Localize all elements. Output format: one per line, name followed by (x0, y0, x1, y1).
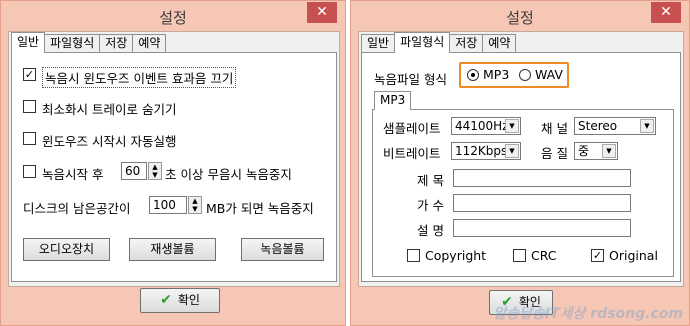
ok-label: 확인 (177, 293, 200, 307)
ok-button[interactable]: ✔ 확인 (140, 288, 220, 313)
tab-general[interactable]: 일반 (361, 34, 396, 53)
tab-save[interactable]: 저장 (449, 34, 484, 53)
dialog-title: 설정 (506, 9, 534, 27)
dropdown-arrow-icon[interactable]: ▼ (505, 144, 519, 158)
bitrate-label: 비트레이트 (383, 146, 441, 161)
channel-select[interactable]: Stereo ▼ (574, 117, 656, 135)
disk-space-suffix: MB가 되면 녹음중지 (206, 201, 314, 216)
crc-label: CRC (531, 248, 557, 263)
dialog-client: 일반 파일형식 저장 예약 녹음파일 형식 MP3 WAV MP3 샘플레이트 … (358, 31, 684, 287)
sample-rate-value: 44100Hz (455, 119, 509, 133)
quality-label: 음 질 (541, 146, 568, 161)
channel-value: Stereo (578, 119, 618, 133)
watermark: 알송달송IT세상 rdsong.com (493, 306, 683, 322)
tab-strip: 일반 파일형식 저장 예약 (361, 32, 517, 54)
dialog-title: 설정 (159, 9, 187, 27)
tab-schedule[interactable]: 예약 (132, 34, 167, 53)
general-panel: ✓ 녹음시 윈도우즈 이벤트 효과음 끄기 최소화시 트레이로 숨기기 윈도우즈… (11, 52, 337, 282)
tab-save[interactable]: 저장 (99, 34, 134, 53)
close-button[interactable]: ✕ (651, 2, 681, 23)
file-format-panel: 녹음파일 형식 MP3 WAV MP3 샘플레이트 44100Hz ▼ 채 널 … (361, 52, 681, 282)
silence-seconds-input[interactable]: 60 (121, 162, 147, 180)
mp3-options-group: 샘플레이트 44100Hz ▼ 채 널 Stereo ▼ 비트레이트 112Kb… (372, 109, 674, 277)
copyright-label: Copyright (425, 248, 487, 263)
silence-stop-checkbox[interactable] (23, 165, 36, 178)
bitrate-value: 112Kbps (455, 144, 508, 158)
tab-strip: 일반 파일형식 저장 예약 (11, 32, 167, 54)
tab-general[interactable]: 일반 (11, 32, 46, 53)
copyright-checkbox[interactable] (407, 249, 420, 262)
silence-stop-prefix: 녹음시작 후 (42, 167, 104, 182)
wav-label[interactable]: WAV (535, 67, 563, 82)
channel-label: 채 널 (541, 121, 568, 136)
title-field-label: 제 목 (417, 173, 444, 188)
settings-dialog-general: 설정 ✕ 일반 파일형식 저장 예약 ✓ 녹음시 윈도우즈 이벤트 효과음 끄기… (0, 0, 346, 326)
settings-dialog-file-format: 설정 ✕ 일반 파일형식 저장 예약 녹음파일 형식 MP3 WAV MP3 샘… (350, 0, 690, 326)
hide-to-tray-label: 최소화시 트레이로 숨기기 (42, 102, 177, 117)
disk-space-input[interactable]: 100 (149, 196, 187, 214)
autostart-label: 윈도우즈 시작시 자동실행 (42, 134, 177, 149)
disk-space-spinner[interactable]: ▲ ▼ (188, 196, 202, 214)
hide-to-tray-checkbox[interactable] (23, 100, 36, 113)
spin-down-icon[interactable]: ▼ (149, 171, 161, 179)
spin-up-icon[interactable]: ▲ (189, 197, 201, 205)
playback-volume-button[interactable]: 재생볼륨 (129, 238, 216, 261)
autostart-checkbox[interactable] (23, 132, 36, 145)
audio-device-button[interactable]: 오디오장치 (23, 238, 110, 261)
checkmark-icon: ✔ (160, 292, 172, 308)
tab-file-format[interactable]: 파일형식 (394, 32, 451, 53)
original-checkbox[interactable]: ✓ (591, 249, 604, 262)
disk-space-prefix: 디스크의 남은공간이 (23, 201, 131, 216)
mp3-radio[interactable] (467, 69, 479, 81)
subtab-mp3[interactable]: MP3 (374, 91, 412, 110)
crc-checkbox[interactable] (513, 249, 526, 262)
silence-seconds-spinner[interactable]: ▲ ▼ (148, 162, 162, 180)
bitrate-select[interactable]: 112Kbps ▼ (451, 142, 521, 160)
description-field-label: 설 명 (417, 223, 444, 238)
format-label: 녹음파일 형식 (374, 72, 447, 87)
spin-up-icon[interactable]: ▲ (149, 163, 161, 171)
dialog-client: 일반 파일형식 저장 예약 ✓ 녹음시 윈도우즈 이벤트 효과음 끄기 최소화시… (8, 31, 340, 287)
title-input[interactable] (453, 169, 631, 187)
spin-down-icon[interactable]: ▼ (189, 205, 201, 213)
sample-rate-label: 샘플레이트 (383, 121, 441, 136)
mp3-label[interactable]: MP3 (483, 67, 509, 82)
wav-radio[interactable] (519, 69, 531, 81)
title-bar[interactable]: 설정 ✕ (1, 1, 345, 31)
quality-select[interactable]: 중 ▼ (574, 142, 618, 160)
tab-schedule[interactable]: 예약 (482, 34, 517, 53)
dropdown-arrow-icon[interactable]: ▼ (505, 119, 519, 133)
record-volume-button[interactable]: 녹음볼륨 (241, 238, 324, 261)
dropdown-arrow-icon[interactable]: ▼ (640, 119, 654, 133)
sample-rate-select[interactable]: 44100Hz ▼ (451, 117, 521, 135)
dropdown-arrow-icon[interactable]: ▼ (602, 144, 616, 158)
description-input[interactable] (453, 219, 631, 237)
title-bar[interactable]: 설정 ✕ (351, 1, 689, 31)
mute-event-sound-checkbox[interactable]: ✓ (23, 68, 36, 81)
silence-stop-suffix: 초 이상 무음시 녹음중지 (165, 167, 292, 182)
close-button[interactable]: ✕ (307, 2, 337, 23)
mute-event-sound-label: 녹음시 윈도우즈 이벤트 효과음 끄기 (42, 67, 237, 88)
format-selector: MP3 WAV (459, 62, 569, 88)
original-label: Original (609, 248, 658, 263)
artist-field-label: 가 수 (417, 198, 444, 213)
quality-value: 중 (578, 144, 590, 158)
tab-file-format[interactable]: 파일형식 (44, 34, 101, 53)
artist-input[interactable] (453, 194, 631, 212)
